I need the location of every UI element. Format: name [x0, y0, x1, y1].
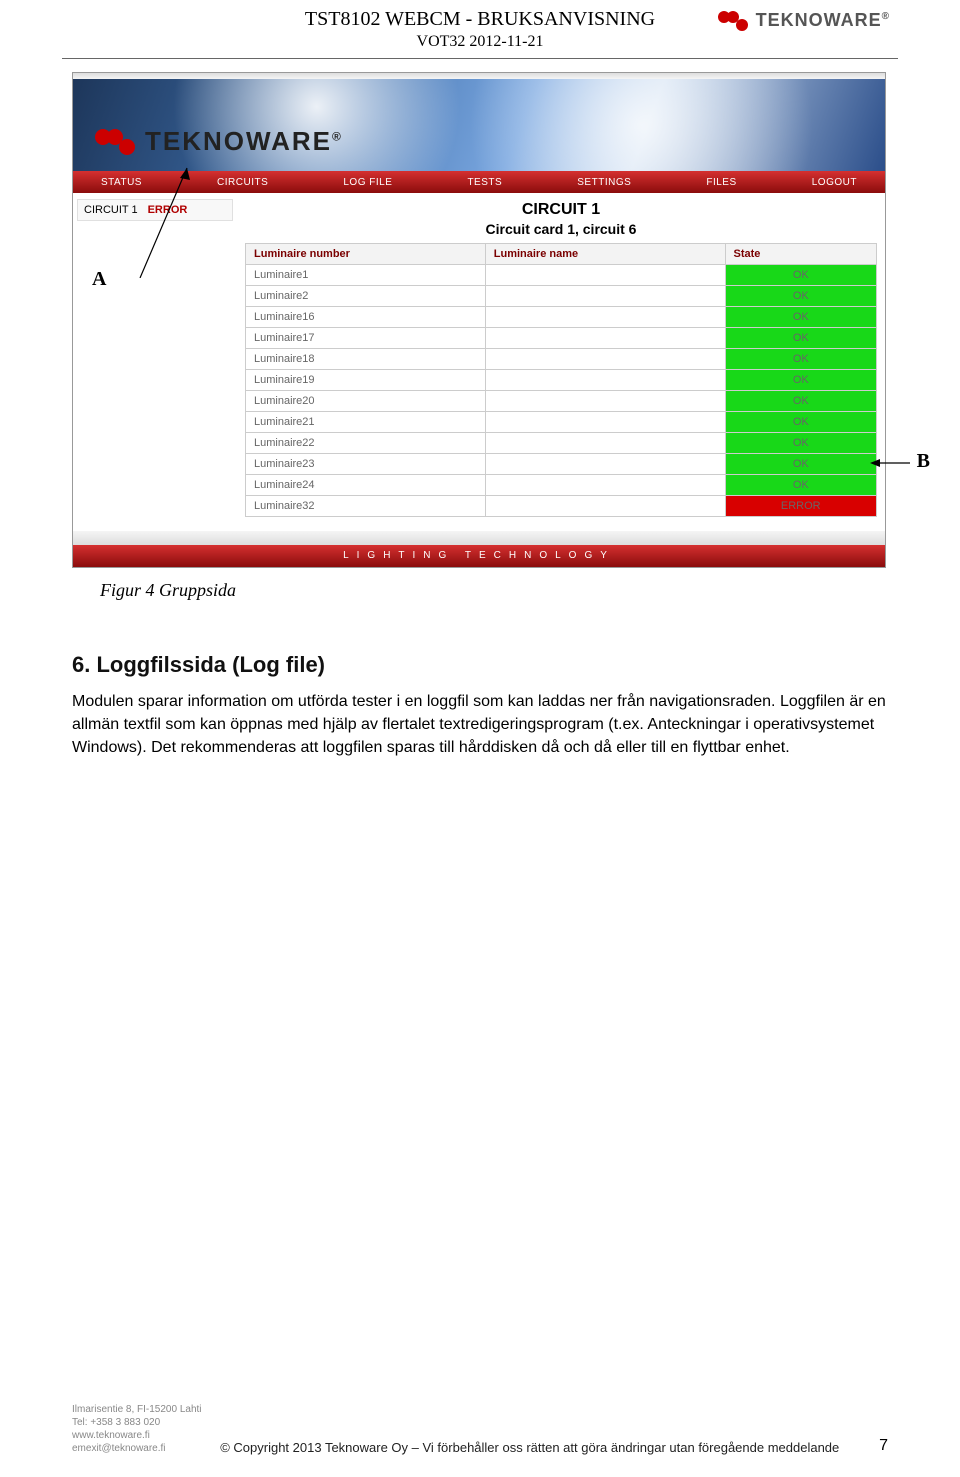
table-row: Luminaire24 OK [246, 475, 877, 496]
cell-luminaire-number: Luminaire19 [246, 370, 486, 391]
cell-luminaire-number: Luminaire32 [246, 496, 486, 517]
teknoware-logo-icon [95, 129, 135, 155]
cell-luminaire-name [485, 496, 725, 517]
cell-luminaire-name [485, 286, 725, 307]
luminaire-table: Luminaire number Luminaire name State Lu… [245, 243, 877, 517]
arrow-a-icon [132, 160, 202, 278]
cell-luminaire-number: Luminaire23 [246, 454, 486, 475]
cell-luminaire-name [485, 475, 725, 496]
table-row: Luminaire20 OK [246, 391, 877, 412]
main-panel: CIRCUIT 1 Circuit card 1, circuit 6 Lumi… [237, 193, 885, 531]
cell-luminaire-name [485, 307, 725, 328]
footer-address: Ilmarisentie 8, FI-15200 Lahti Tel: +358… [72, 1403, 202, 1455]
table-row: Luminaire16 OK [246, 307, 877, 328]
cell-state: OK [725, 412, 876, 433]
cell-state: OK [725, 328, 876, 349]
col-luminaire-number: Luminaire number [246, 244, 486, 265]
teknoware-logo-icon [718, 11, 748, 31]
circuit-subtitle: Circuit card 1, circuit 6 [245, 221, 877, 237]
footer-copyright: © Copyright 2013 Teknoware Oy – Vi förbe… [202, 1440, 858, 1455]
cell-luminaire-name [485, 370, 725, 391]
circuit-title: CIRCUIT 1 [245, 201, 877, 219]
cell-state: OK [725, 265, 876, 286]
nav-logfile[interactable]: LOG FILE [343, 177, 392, 188]
registered-icon: ® [882, 11, 890, 22]
cell-luminaire-name [485, 349, 725, 370]
cell-luminaire-number: Luminaire20 [246, 391, 486, 412]
cell-state: OK [725, 433, 876, 454]
brand-name: TEKNOWARE [756, 10, 882, 30]
cell-luminaire-number: Luminaire1 [246, 265, 486, 286]
addr-line: Ilmarisentie 8, FI-15200 Lahti [72, 1403, 202, 1416]
figure-caption: Figur 4 Gruppsida [100, 580, 236, 601]
table-row: Luminaire17 OK [246, 328, 877, 349]
nav-logout[interactable]: LOGOUT [812, 177, 857, 188]
app-screenshot: TEKNOWARE® STATUS CIRCUITS LOG FILE TEST… [72, 72, 886, 568]
table-row: Luminaire18 OK [246, 349, 877, 370]
app-footer-bar: LIGHTING TECHNOLOGY [73, 545, 885, 567]
table-row: Luminaire2 OK [246, 286, 877, 307]
cell-luminaire-number: Luminaire18 [246, 349, 486, 370]
app-banner: TEKNOWARE® [73, 79, 885, 171]
cell-luminaire-name [485, 412, 725, 433]
cell-luminaire-number: Luminaire17 [246, 328, 486, 349]
arrow-b-icon [870, 455, 910, 471]
table-row: Luminaire1 OK [246, 265, 877, 286]
nav-tests[interactable]: TESTS [467, 177, 502, 188]
cell-state: OK [725, 391, 876, 412]
cell-luminaire-name [485, 265, 725, 286]
col-state: State [725, 244, 876, 265]
addr-line: Tel: +358 3 883 020 [72, 1416, 202, 1429]
addr-line: emexit@teknoware.fi [72, 1442, 202, 1455]
cell-luminaire-number: Luminaire16 [246, 307, 486, 328]
cell-luminaire-name [485, 433, 725, 454]
cell-luminaire-name [485, 328, 725, 349]
sidebar-circuit-label: CIRCUIT 1 [84, 204, 138, 216]
registered-icon: ® [332, 129, 343, 143]
cell-luminaire-number: Luminaire21 [246, 412, 486, 433]
header-brand: TEKNOWARE® [718, 10, 890, 31]
cell-state: OK [725, 370, 876, 391]
col-luminaire-name: Luminaire name [485, 244, 725, 265]
cell-luminaire-number: Luminaire24 [246, 475, 486, 496]
table-row: Luminaire32 ERROR [246, 496, 877, 517]
cell-luminaire-number: Luminaire22 [246, 433, 486, 454]
nav-settings[interactable]: SETTINGS [577, 177, 631, 188]
cell-state: OK [725, 286, 876, 307]
cell-state: OK [725, 307, 876, 328]
addr-line: www.teknoware.fi [72, 1429, 202, 1442]
cell-state: OK [725, 454, 876, 475]
nav-circuits[interactable]: CIRCUITS [217, 177, 268, 188]
cell-luminaire-name [485, 391, 725, 412]
cell-state: OK [725, 349, 876, 370]
cell-state: OK [725, 475, 876, 496]
doc-subtitle: VOT32 2012-11-21 [0, 33, 960, 51]
section-body: Modulen sparar information om utförda te… [72, 690, 888, 760]
table-row: Luminaire23 OK [246, 454, 877, 475]
annotation-b: B [917, 450, 930, 473]
cell-luminaire-name [485, 454, 725, 475]
cell-state: ERROR [725, 496, 876, 517]
table-row: Luminaire22 OK [246, 433, 877, 454]
table-row: Luminaire19 OK [246, 370, 877, 391]
page-number: 7 [858, 1437, 888, 1455]
annotation-a: A [92, 268, 106, 291]
cell-luminaire-number: Luminaire2 [246, 286, 486, 307]
table-row: Luminaire21 OK [246, 412, 877, 433]
nav-files[interactable]: FILES [706, 177, 736, 188]
app-brand-name: TEKNOWARE [145, 126, 332, 156]
section-heading: 6. Loggfilssida (Log file) [72, 652, 325, 678]
